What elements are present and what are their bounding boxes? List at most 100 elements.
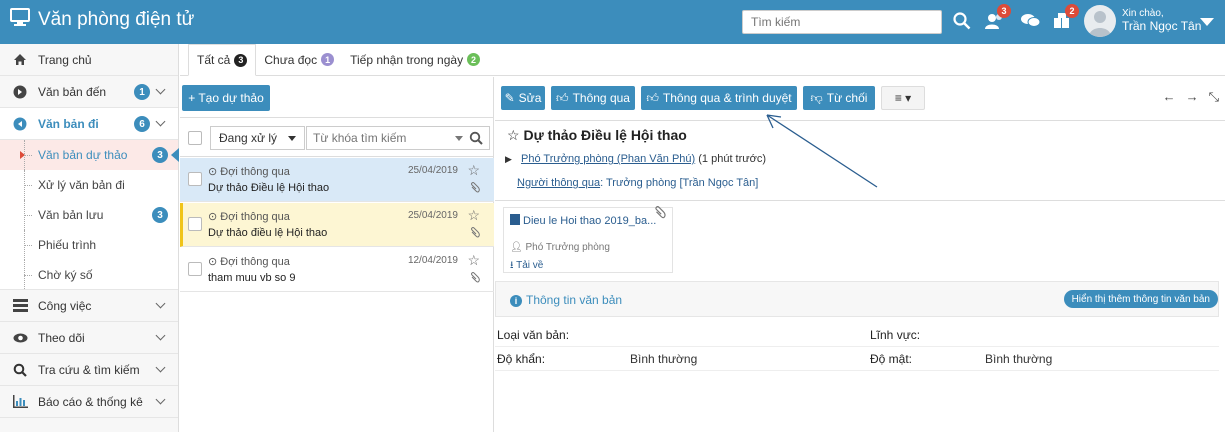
caret-right-icon[interactable]: ▶ [505, 154, 512, 164]
count-badge: 6 [134, 116, 150, 132]
sidebar-item-reports[interactable]: Báo cáo & thống kê [0, 386, 178, 418]
chevron-down-icon [155, 362, 166, 373]
sidebar-item-incoming[interactable]: Văn bản đến 1 [0, 76, 178, 108]
sidebar-subitem-submission[interactable]: Phiếu trình [0, 230, 178, 260]
sidebar-item-work[interactable]: Công việc [0, 290, 178, 322]
more-actions-menu[interactable]: ≡ ▾ [881, 86, 925, 110]
star-icon[interactable]: ☆ [507, 127, 520, 143]
secrecy-label: Độ mật: [870, 352, 913, 366]
puzzle-badge: 2 [1065, 4, 1079, 18]
sidebar-subitem-drafts[interactable]: Văn bản dự thảo 3 [0, 140, 179, 170]
sidebar-item-label: Tra cứu & tìm kiếm [38, 362, 140, 377]
sidebar-subitem-process-outgoing[interactable]: Xử lý văn bản đi [0, 170, 178, 200]
user-icon: 👤︎ [510, 242, 523, 253]
approver-line: Người thông qua: Trưởng phòng [Trần Ngọc… [517, 177, 758, 189]
paperclip-icon [470, 182, 480, 197]
urgency-value: Bình thường [630, 352, 698, 366]
document-info-title-text: Thông tin văn bản [526, 293, 623, 307]
tab-received-today[interactable]: Tiếp nhận trong ngày 2 [342, 44, 488, 75]
row-checkbox[interactable] [188, 217, 202, 231]
approver-label[interactable]: Người thông qua [517, 177, 600, 189]
sidebar-subitem-awaiting-signature[interactable]: Chờ ký số [0, 260, 178, 290]
expand-icon[interactable]: ⤡ [1209, 89, 1219, 105]
select-all-checkbox[interactable] [188, 131, 202, 145]
chat-button[interactable] [1018, 10, 1044, 34]
author-line: ▶ Phó Trưởng phòng (Phan Văn Phú) (1 phú… [505, 153, 766, 165]
document-info-title: i Thông tin văn bản [510, 293, 622, 307]
caret-down-icon[interactable] [455, 136, 463, 141]
secrecy-value: Bình thường [985, 352, 1053, 366]
sidebar-subitem-label: Phiếu trình [38, 238, 97, 252]
attachment-filename-text: Dieu le Hoi thao 2019_ba... [523, 215, 657, 227]
list-item[interactable]: ⊙ Đợi thông qua Dự thảo điều lệ Hội thao… [180, 203, 494, 247]
menu-lines-icon: ≡ ▾ [894, 91, 912, 105]
download-link[interactable]: ⭳ Tải về [510, 258, 543, 275]
sidebar-item-label: Theo dõi [38, 330, 85, 345]
users-badge: 3 [997, 4, 1011, 18]
filter-row: Đang xử lý [180, 117, 494, 157]
search-icon[interactable] [469, 131, 483, 148]
search-box[interactable] [742, 10, 942, 34]
monitor-icon [10, 8, 38, 32]
sidebar-item-lookup[interactable]: Tra cứu & tìm kiếm [0, 354, 178, 386]
status-filter-select[interactable]: Đang xử lý [210, 126, 305, 150]
caret-down-icon[interactable] [1200, 18, 1214, 26]
keyword-search-box[interactable] [306, 126, 490, 150]
sidebar-item-follow[interactable]: Theo dõi [0, 322, 178, 354]
avatar[interactable] [1084, 5, 1116, 37]
list-item[interactable]: ⊙ Đợi thông qua Dự thảo Điều lệ Hội thao… [180, 158, 494, 202]
search-icon [953, 11, 971, 33]
tab-all[interactable]: Tất cả 3 [188, 44, 257, 76]
attachment-filename[interactable]: Dieu le Hoi thao 2019_ba... [510, 214, 656, 227]
arrow-right-icon[interactable]: → [1186, 89, 1199, 105]
app-title[interactable]: Văn phòng điện tử [10, 8, 194, 32]
document-title: ☆ Dự thảo Điều lệ Hội thao [507, 127, 687, 144]
edit-label: Sửa [518, 91, 542, 105]
users-notification-button[interactable]: 3 [981, 4, 1011, 34]
paperclip-icon [470, 272, 480, 287]
row-title: tham muu vb so 9 [208, 272, 296, 284]
search-input[interactable] [743, 11, 941, 33]
approve-button[interactable]: 👍︎ Thông qua [551, 86, 635, 110]
chevron-down-icon [155, 116, 166, 127]
puzzle-notification-button[interactable]: 2 [1049, 4, 1079, 34]
tab-unread[interactable]: Chưa đọc 1 [256, 44, 342, 75]
arrow-left-icon[interactable]: ← [1163, 89, 1176, 105]
chat-icon [1020, 12, 1042, 33]
create-draft-button[interactable]: + Tạo dự thảo [182, 85, 270, 111]
user-menu[interactable]: Xin chào, Trần Ngọc Tân [1122, 8, 1201, 32]
show-more-info-button[interactable]: Hiển thị thêm thông tin văn bản [1063, 290, 1218, 308]
star-icon[interactable]: ☆ [467, 252, 480, 269]
paperclip-icon [470, 227, 480, 242]
sidebar: Trang chủ Văn bản đến 1 Văn bản đi 6 Văn… [0, 44, 179, 432]
chevron-down-icon [155, 84, 166, 95]
sidebar-item-label: Công việc [38, 298, 92, 313]
tab-label: Tất cả [197, 53, 231, 67]
caret-right-icon [20, 151, 25, 159]
sidebar-item-home[interactable]: Trang chủ [0, 44, 178, 76]
edit-button[interactable]: ✎ Sửa [501, 86, 545, 110]
search-button[interactable] [950, 10, 974, 34]
sidebar-item-label: Báo cáo & thống kê [38, 394, 143, 409]
star-icon[interactable]: ☆ [467, 207, 480, 224]
nav-controls: ← → ⤡ [1163, 89, 1219, 105]
attachment-uploader-text: Phó Trưởng phòng [525, 242, 610, 253]
app-title-text: Văn phòng điện tử [38, 9, 195, 30]
star-icon[interactable]: ☆ [467, 162, 480, 179]
row-date: 25/04/2019 [407, 210, 458, 221]
row-title: Dự thảo Điều lệ Hội thao [208, 182, 330, 194]
download-icon: ⭳ [510, 260, 514, 271]
row-checkbox[interactable] [188, 172, 202, 186]
row-checkbox[interactable] [188, 262, 202, 276]
sidebar-subitem-archived[interactable]: Văn bản lưu 3 [0, 200, 178, 230]
author-link[interactable]: Phó Trưởng phòng (Phan Văn Phú) [521, 153, 695, 165]
attachment-card[interactable]: Dieu le Hoi thao 2019_ba... 👤︎ Phó Trưởn… [503, 206, 673, 275]
tab-label: Chưa đọc [264, 52, 318, 67]
row-title: Dự thảo điều lệ Hội thao [208, 227, 328, 239]
keyword-search-input[interactable] [307, 127, 447, 149]
sidebar-subitem-label: Xử lý văn bản đi [38, 178, 125, 192]
sidebar-item-outgoing[interactable]: Văn bản đi 6 [0, 108, 178, 140]
arrow-circle-right-icon [12, 84, 28, 100]
tab-badge: 2 [467, 53, 481, 66]
list-item[interactable]: ⊙ Đợi thông qua tham muu vb so 9 12/04/2… [180, 248, 494, 292]
